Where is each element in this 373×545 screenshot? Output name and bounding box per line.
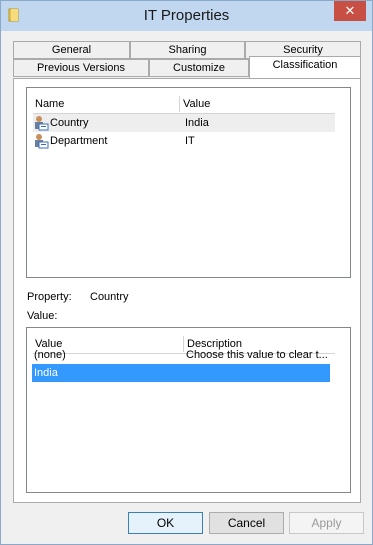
tab-previous-versions[interactable]: Previous Versions — [13, 59, 149, 77]
properties-list-header: Name Value — [33, 96, 335, 114]
ok-button[interactable]: OK — [128, 512, 203, 534]
cancel-button[interactable]: Cancel — [209, 512, 284, 534]
tab-general[interactable]: General — [13, 41, 130, 59]
property-name: Department — [50, 135, 108, 147]
tab-customize[interactable]: Customize — [149, 59, 249, 77]
properties-window: IT Properties ✕ General Sharing Security… — [0, 0, 373, 545]
property-label: Property: — [27, 291, 72, 303]
value-label: Value: — [27, 310, 58, 322]
window-title: IT Properties — [143, 7, 230, 24]
column-header-name[interactable]: Name — [33, 96, 179, 112]
properties-listview[interactable]: Name Value Country India Department IT — [26, 87, 351, 278]
value-text: (none) — [34, 349, 66, 361]
property-value: India — [185, 117, 209, 129]
property-name: Country — [50, 117, 89, 129]
value-row-none[interactable]: (none) Choose this value to clear t... — [32, 346, 334, 364]
tab-classification[interactable]: Classification — [249, 56, 361, 78]
column-header-value[interactable]: Value — [181, 96, 331, 112]
title-bar[interactable]: IT Properties ✕ — [1, 1, 372, 31]
column-separator[interactable] — [179, 96, 180, 112]
value-text: India — [34, 367, 58, 379]
tab-sharing[interactable]: Sharing — [130, 41, 245, 59]
property-icon — [35, 116, 49, 131]
value-row-india[interactable]: India — [32, 364, 330, 382]
apply-button[interactable]: Apply — [289, 512, 364, 534]
values-listview[interactable]: Value Description (none) Choose this val… — [26, 327, 351, 493]
close-button[interactable]: ✕ — [334, 1, 366, 21]
property-current-value: Country — [90, 291, 129, 303]
property-icon — [35, 134, 49, 149]
property-row-country[interactable]: Country India — [33, 114, 335, 132]
tab-row-front: Previous Versions Customize Classificati… — [13, 56, 361, 78]
value-description: Choose this value to clear t... — [186, 349, 328, 361]
property-row-department[interactable]: Department IT — [33, 132, 335, 150]
classification-panel: Name Value Country India Department IT P… — [13, 78, 361, 503]
property-value: IT — [185, 135, 195, 147]
